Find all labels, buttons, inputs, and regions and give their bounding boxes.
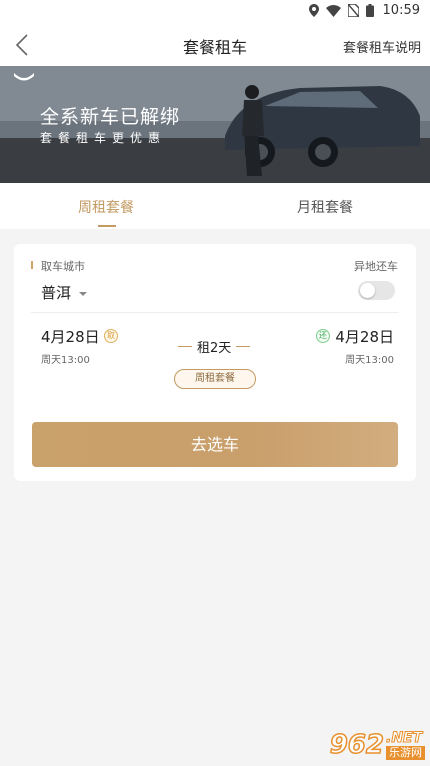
promo-banner[interactable]: 全系新车已解绑 套餐租车更优惠 bbox=[0, 66, 430, 183]
battery-icon bbox=[365, 4, 374, 17]
rental-duration: 租2天 bbox=[178, 337, 251, 356]
watermark-cn: 乐游网 bbox=[386, 745, 425, 760]
city-label-marker bbox=[31, 261, 33, 269]
site-watermark: 962 .NET 乐游网 bbox=[329, 729, 425, 761]
toggle-knob bbox=[360, 283, 375, 298]
active-tab-indicator bbox=[98, 225, 116, 227]
diff-return-label: 异地还车 bbox=[354, 260, 398, 273]
return-date[interactable]: 4月28日 bbox=[335, 326, 394, 347]
divider bbox=[31, 312, 399, 313]
banner-headline: 全系新车已解绑 bbox=[40, 106, 181, 128]
return-badge: 还 bbox=[316, 329, 330, 343]
duration-dash-left bbox=[178, 346, 192, 347]
nav-bar: 套餐租车 套餐租车说明 bbox=[0, 24, 430, 66]
return-time[interactable]: 周天13:00 bbox=[345, 351, 394, 366]
package-tabs: 周租套餐 月租套餐 bbox=[0, 183, 430, 229]
brand-logo bbox=[14, 73, 34, 81]
dropdown-arrow-icon bbox=[79, 291, 88, 296]
pickup-badge: 取 bbox=[104, 329, 118, 343]
status-icons: 10:59 bbox=[308, 3, 420, 18]
choose-car-button[interactable]: 去选车 bbox=[32, 422, 398, 467]
watermark-number: 962 bbox=[329, 729, 385, 761]
location-icon bbox=[308, 4, 319, 17]
package-tag[interactable]: 周租套餐 bbox=[174, 369, 256, 389]
city-value: 普洱 bbox=[41, 284, 72, 302]
booking-card: 取车城市 普洱 异地还车 4月28日 取 周天13:00 租2天 周租套餐 还 … bbox=[14, 244, 416, 481]
watermark-right: .NET 乐游网 bbox=[386, 729, 425, 760]
no-sim-icon bbox=[347, 4, 359, 17]
city-select[interactable]: 普洱 bbox=[41, 282, 88, 303]
status-bar: 10:59 bbox=[0, 0, 430, 24]
duration-dash-right bbox=[236, 346, 251, 347]
pickup-time[interactable]: 周天13:00 bbox=[41, 351, 90, 366]
watermark-suffix: .NET bbox=[386, 729, 423, 746]
banner-subline: 套餐租车更优惠 bbox=[40, 131, 167, 145]
tab-monthly-package[interactable]: 月租套餐 bbox=[297, 197, 353, 217]
duration-text: 租2天 bbox=[197, 341, 232, 356]
rental-info-link[interactable]: 套餐租车说明 bbox=[343, 37, 421, 56]
pickup-date[interactable]: 4月28日 bbox=[41, 326, 100, 347]
city-label: 取车城市 bbox=[41, 260, 85, 273]
brand-logo-icon bbox=[14, 73, 34, 81]
status-time: 10:59 bbox=[382, 3, 420, 18]
diff-return-toggle[interactable] bbox=[358, 281, 395, 300]
tab-weekly-package[interactable]: 周租套餐 bbox=[78, 197, 134, 217]
wifi-icon bbox=[325, 4, 341, 17]
